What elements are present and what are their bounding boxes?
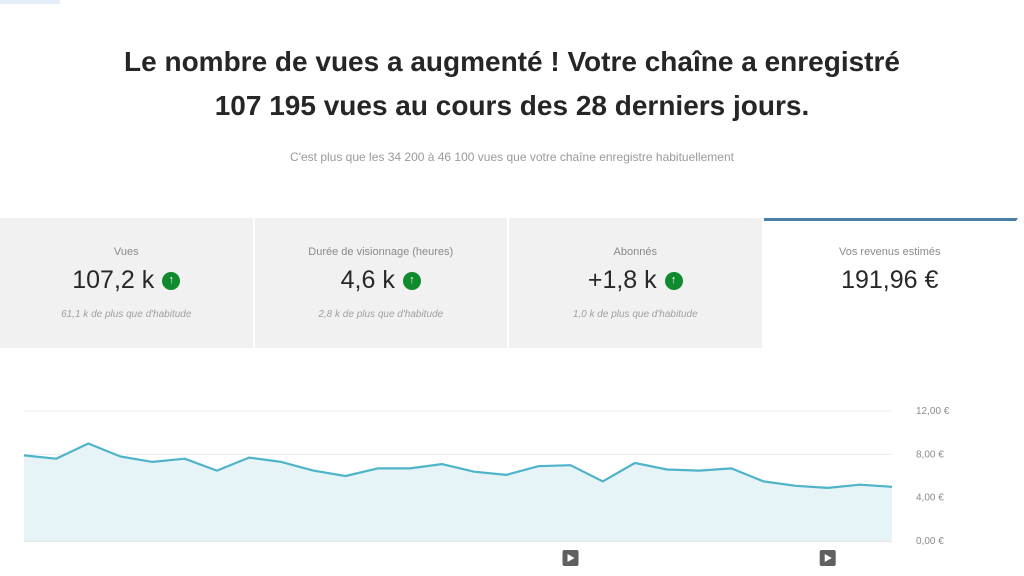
metric-value: 4,6 k <box>340 266 395 294</box>
series-area <box>24 443 892 541</box>
revenue-chart: 12,00 € 8,00 € 4,00 € 0,00 € <box>0 395 1024 576</box>
arrow-up-circle-icon: ↑ <box>162 271 181 290</box>
headline: Le nombre de vues a augmenté ! Votre cha… <box>0 40 1024 128</box>
metric-card-views[interactable]: Vues 107,2 k ↑ 61,1 k de plus que d'habi… <box>0 218 255 348</box>
corner-accent <box>0 0 60 4</box>
headline-line-2: 107 195 vues au cours des 28 derniers jo… <box>214 90 810 121</box>
metric-label: Abonnés <box>613 246 657 258</box>
metric-comparison: 61,1 k de plus que d'habitude <box>61 309 192 320</box>
y-tick-label: 8,00 € <box>916 449 944 460</box>
headline-line-1: Le nombre de vues a augmenté ! Votre cha… <box>124 46 900 77</box>
metric-comparison: 1,0 k de plus que d'habitude <box>572 309 698 320</box>
arrow-up-circle-icon: ↑ <box>402 271 421 290</box>
metric-comparison: 2,8 k de plus que d'habitude <box>318 309 444 320</box>
metric-card-watch-time[interactable]: Durée de visionnage (heures) 4,6 k ↑ 2,8… <box>254 218 509 348</box>
metric-cards: Vues 107,2 k ↑ 61,1 k de plus que d'habi… <box>0 218 1018 348</box>
y-tick-label: 4,00 € <box>916 493 944 504</box>
revenue-chart-svg: 12,00 € 8,00 € 4,00 € 0,00 € <box>23 406 950 566</box>
y-tick-label: 0,00 € <box>916 536 944 547</box>
y-tick-label: 12,00 € <box>916 406 950 417</box>
metric-value: +1,8 k <box>587 266 657 294</box>
metric-label: Vos revenus estimés <box>839 246 941 258</box>
metric-card-subscribers[interactable]: Abonnés +1,8 k ↑ 1,0 k de plus que d'hab… <box>509 218 764 348</box>
metric-label: Durée de visionnage (heures) <box>308 246 454 258</box>
arrow-up-circle-icon: ↑ <box>664 271 683 290</box>
metric-value: 107,2 k <box>72 266 155 294</box>
play-marker-icon[interactable] <box>819 550 836 566</box>
metric-value: 191,96 € <box>841 266 939 294</box>
metric-label: Vues <box>113 246 139 258</box>
play-marker-icon[interactable] <box>562 550 579 566</box>
metric-card-revenue[interactable]: Vos revenus estimés 191,96 € <box>763 218 1018 348</box>
headline-subtext: C'est plus que les 34 200 à 46 100 vues … <box>290 150 734 164</box>
